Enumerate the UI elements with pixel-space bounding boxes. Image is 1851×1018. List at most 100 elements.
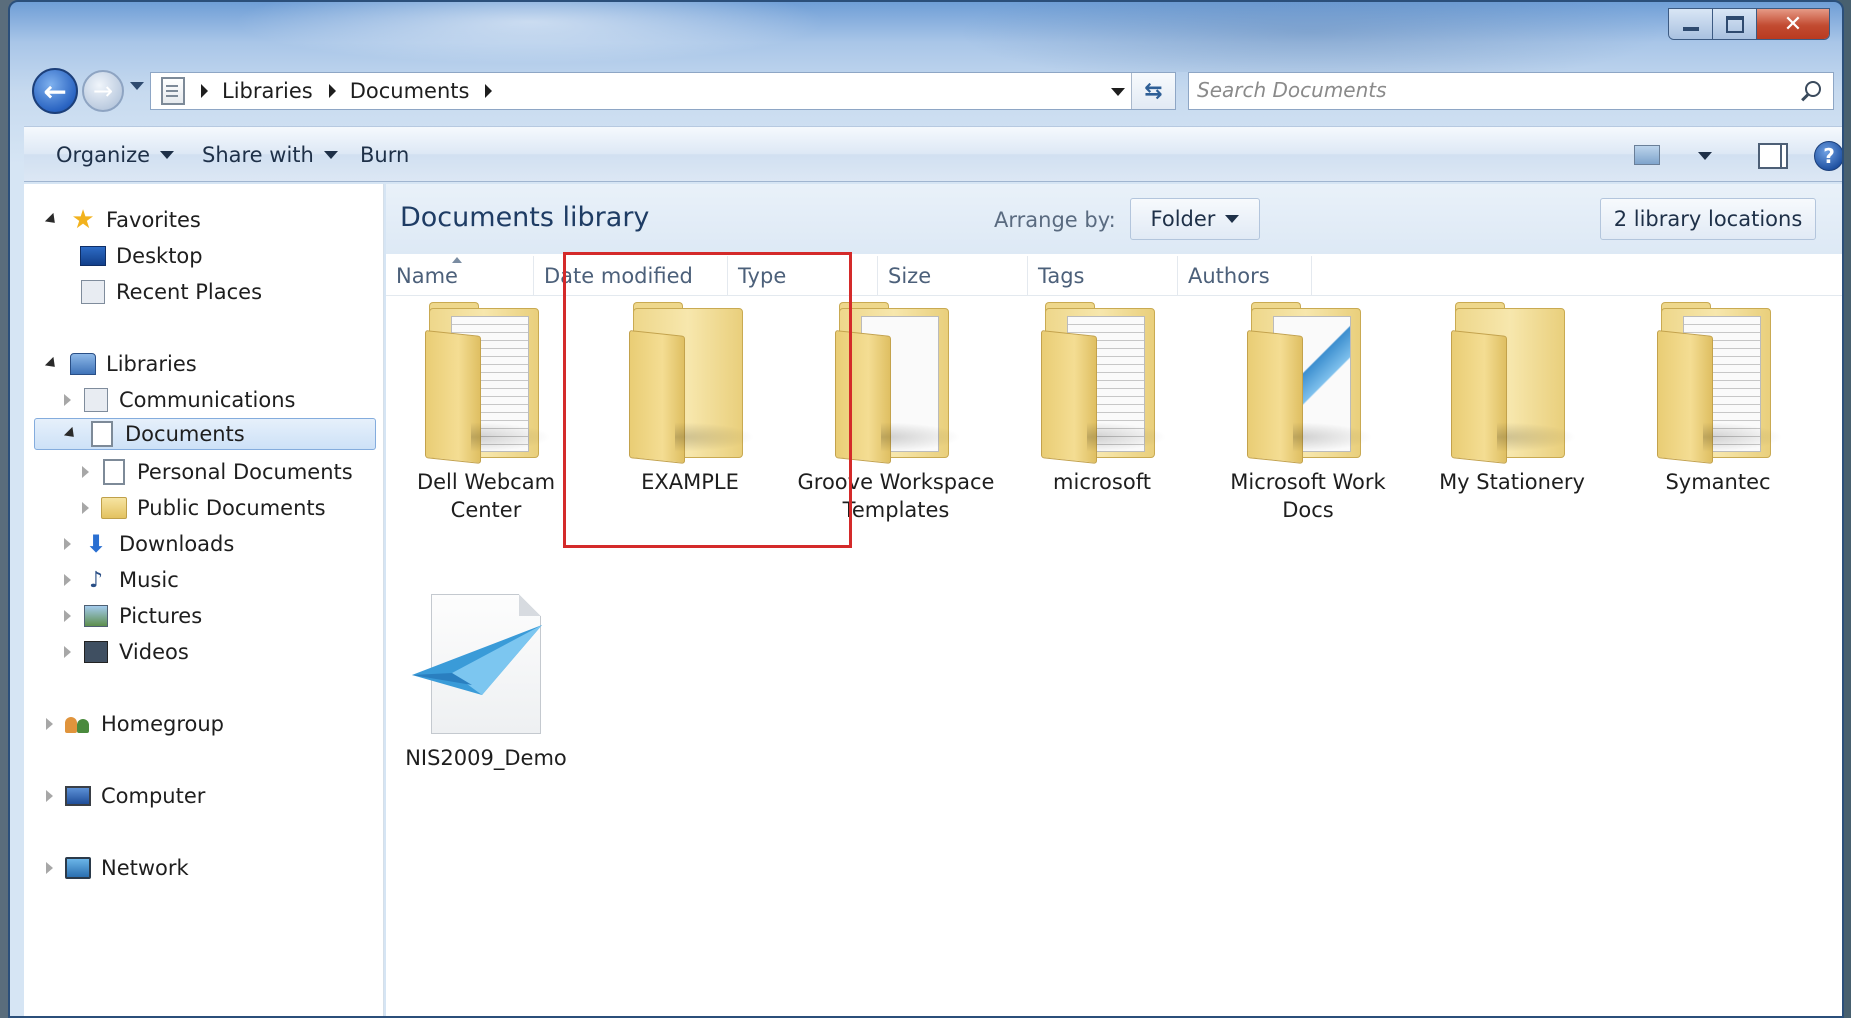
expand-arrow-icon[interactable] — [64, 538, 71, 550]
change-view-icon[interactable] — [1634, 145, 1660, 165]
sidebar-item-computer[interactable]: Computer — [46, 780, 205, 812]
sidebar-item-favorites[interactable]: ★ Favorites — [44, 204, 201, 236]
address-bar[interactable]: Libraries Documents ⇆ — [150, 72, 1176, 110]
column-tags[interactable]: Tags — [1028, 256, 1178, 296]
organize-button[interactable]: Organize — [56, 143, 175, 167]
folder-icon — [101, 497, 127, 519]
desktop-icon — [80, 246, 106, 266]
expand-arrow-icon[interactable] — [64, 394, 71, 406]
list-item[interactable]: Symantec — [1618, 302, 1818, 496]
close-button[interactable]: ✕ — [1757, 9, 1829, 39]
arrange-by-dropdown[interactable]: Folder — [1130, 198, 1260, 240]
address-dropdown-icon[interactable] — [1111, 88, 1125, 96]
paper-plane-document-icon — [412, 594, 542, 734]
libraries-icon — [70, 353, 96, 375]
column-label: Date modified — [544, 264, 693, 288]
sidebar-item-desktop[interactable]: Desktop — [80, 240, 203, 272]
column-label: Name — [396, 264, 458, 288]
list-item[interactable]: Dell Webcam Center — [386, 302, 586, 524]
refresh-button[interactable]: ⇆ — [1131, 73, 1175, 109]
breadcrumb-separator[interactable] — [201, 84, 208, 98]
minimize-button[interactable] — [1669, 9, 1713, 39]
expand-arrow-icon[interactable] — [46, 790, 53, 802]
expand-arrow-icon[interactable] — [46, 718, 53, 730]
expand-arrow-icon[interactable] — [44, 212, 60, 228]
expand-arrow-icon[interactable] — [64, 610, 71, 622]
sidebar-item-label: Music — [119, 568, 179, 592]
folder-icon — [411, 302, 561, 464]
list-item[interactable]: EXAMPLE — [590, 302, 790, 496]
recent-pages-dropdown[interactable] — [130, 82, 144, 90]
share-with-button[interactable]: Share with — [202, 143, 338, 167]
column-name[interactable]: Name — [386, 256, 534, 296]
search-input[interactable] — [1197, 73, 1777, 107]
breadcrumb-separator[interactable] — [328, 84, 336, 98]
list-item[interactable]: NIS2009_Demo — [386, 594, 586, 772]
file-list-pane: Documents library Arrange by: Folder 2 l… — [386, 184, 1842, 1016]
column-label: Size — [888, 264, 932, 288]
sidebar-item-libraries[interactable]: Libraries — [44, 348, 197, 380]
column-label: Type — [738, 264, 787, 288]
sidebar-item-label: Homegroup — [101, 712, 225, 736]
expand-arrow-icon[interactable] — [46, 862, 53, 874]
item-label: NIS2009_Demo — [405, 746, 567, 770]
sidebar-item-network[interactable]: Network — [46, 852, 189, 884]
sidebar-item-documents[interactable]: Documents — [34, 418, 376, 450]
chevron-down-icon — [1225, 215, 1240, 223]
sidebar-item-recent-places[interactable]: Recent Places — [80, 276, 262, 308]
computer-monitor-icon — [65, 786, 91, 806]
expand-arrow-icon[interactable] — [82, 502, 89, 514]
music-note-icon: ♪ — [88, 567, 104, 593]
sidebar-item-label: Public Documents — [137, 496, 326, 520]
sidebar-item-downloads[interactable]: ⬇ Downloads — [64, 528, 234, 560]
back-button[interactable]: ← — [32, 68, 78, 114]
sidebar-item-label: Network — [101, 856, 189, 880]
library-locations-button[interactable]: 2 library locations — [1600, 198, 1816, 240]
sidebar-item-pictures[interactable]: Pictures — [64, 600, 202, 632]
sidebar-item-homegroup[interactable]: Homegroup — [46, 708, 224, 740]
expand-arrow-icon[interactable] — [64, 574, 71, 586]
sidebar-item-videos[interactable]: Videos — [64, 636, 189, 668]
column-size[interactable]: Size — [878, 256, 1028, 296]
expand-arrow-icon[interactable] — [63, 426, 79, 442]
star-icon: ★ — [71, 205, 95, 235]
column-authors[interactable]: Authors — [1178, 256, 1312, 296]
sidebar-item-public-documents[interactable]: Public Documents — [82, 492, 326, 524]
sidebar-item-label: Videos — [119, 640, 189, 664]
expand-arrow-icon[interactable] — [44, 356, 60, 372]
documents-icon — [91, 421, 113, 447]
breadcrumb-libraries[interactable]: Libraries — [222, 79, 313, 103]
breadcrumb-separator[interactable] — [485, 84, 493, 98]
expand-arrow-icon[interactable] — [82, 466, 89, 478]
sidebar-item-communications[interactable]: Communications — [64, 384, 295, 416]
forward-button[interactable]: → — [82, 70, 124, 112]
preview-pane-icon[interactable] — [1758, 143, 1788, 169]
personal-documents-icon — [103, 459, 125, 485]
search-icon[interactable] — [1805, 81, 1821, 97]
maximize-button[interactable] — [1713, 9, 1757, 39]
list-item[interactable]: Microsoft Work Docs — [1208, 302, 1408, 524]
communications-icon — [84, 388, 108, 412]
view-options-dropdown[interactable] — [1698, 152, 1712, 160]
sort-ascending-icon — [452, 257, 462, 263]
list-item[interactable]: My Stationery — [1412, 302, 1612, 496]
burn-label: Burn — [360, 143, 410, 167]
column-type[interactable]: Type — [728, 256, 878, 296]
navigation-row: ← → Libraries Documents ⇆ — [24, 64, 1842, 116]
paper-plane-icon — [412, 625, 542, 695]
sidebar-item-personal-documents[interactable]: Personal Documents — [82, 456, 353, 488]
network-icon — [65, 857, 91, 879]
expand-arrow-icon[interactable] — [64, 646, 71, 658]
burn-button[interactable]: Burn — [360, 143, 409, 167]
sidebar-item-label: Libraries — [106, 352, 197, 376]
video-film-icon — [84, 641, 108, 663]
item-label: My Stationery — [1439, 470, 1585, 494]
item-label: EXAMPLE — [641, 470, 739, 494]
list-item[interactable]: Groove Workspace Templates — [796, 302, 996, 524]
column-label: Authors — [1188, 264, 1270, 288]
list-item[interactable]: microsoft — [1002, 302, 1202, 496]
sidebar-item-music[interactable]: ♪ Music — [64, 564, 179, 596]
column-date-modified[interactable]: Date modified — [534, 256, 728, 296]
breadcrumb-documents[interactable]: Documents — [350, 79, 470, 103]
help-icon[interactable]: ? — [1814, 141, 1842, 171]
